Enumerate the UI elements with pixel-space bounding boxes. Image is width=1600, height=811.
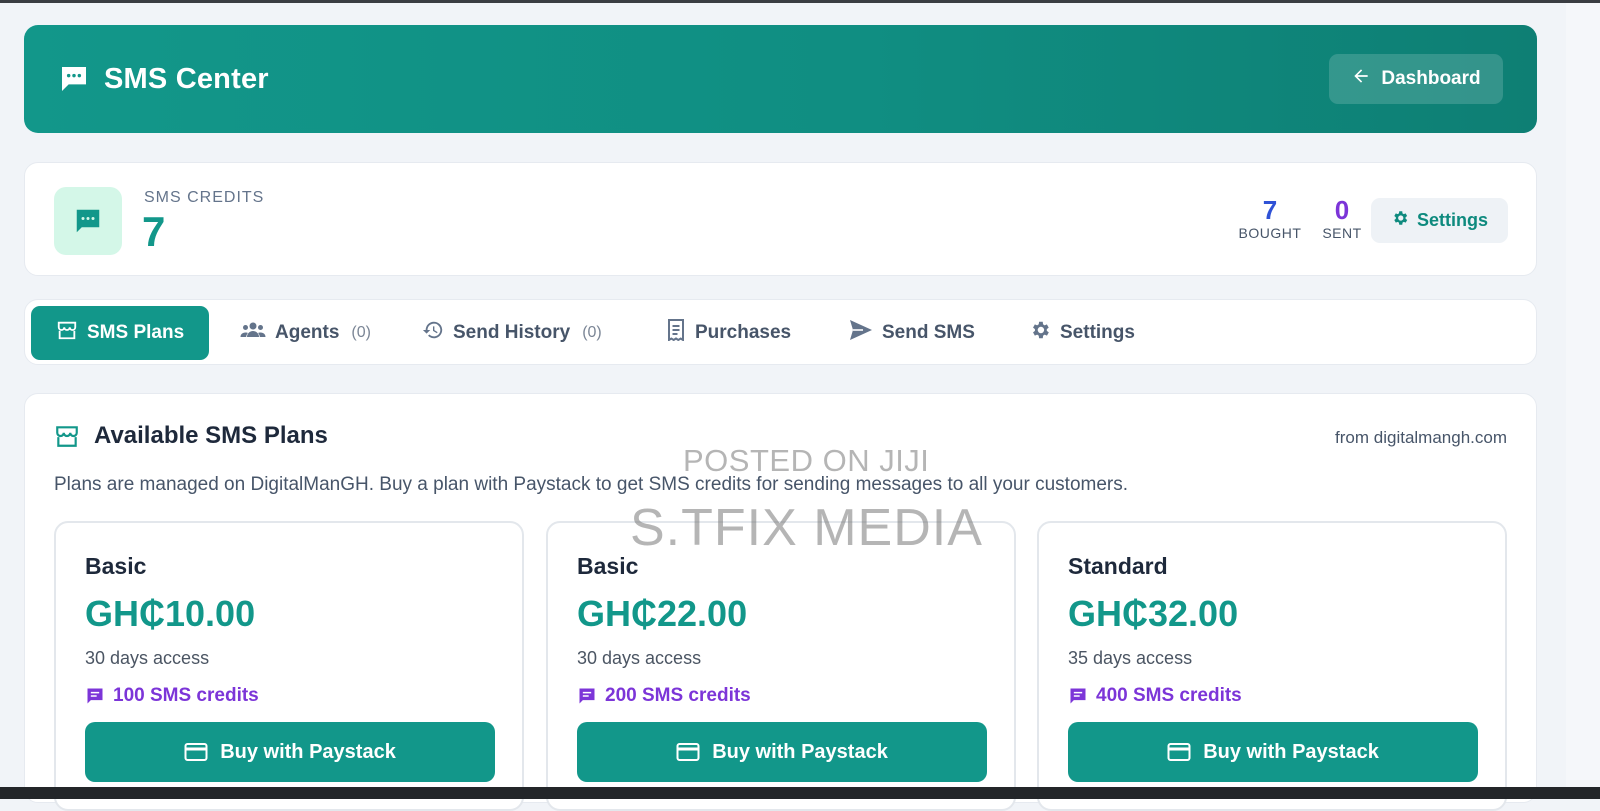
store-icon bbox=[54, 423, 80, 449]
message-icon bbox=[85, 686, 105, 706]
plan-price: GH₵22.00 bbox=[577, 593, 748, 634]
credit-card-icon bbox=[1167, 742, 1191, 762]
tab-sms-plans[interactable]: SMS Plans bbox=[31, 306, 210, 360]
tab-count: (0) bbox=[582, 324, 602, 341]
credits-value: 7 bbox=[142, 208, 166, 255]
message-icon bbox=[1068, 686, 1088, 706]
plans-description: Plans are managed on DigitalManGH. Buy a… bbox=[54, 474, 1129, 495]
sms-icon bbox=[54, 187, 122, 255]
tab-label: Send History bbox=[453, 322, 571, 343]
window-bottom-bar bbox=[0, 787, 1600, 799]
buy-button[interactable]: Buy with Paystack bbox=[85, 722, 495, 782]
tab-agents[interactable]: Agents (0) bbox=[236, 306, 375, 360]
gear-icon bbox=[1029, 319, 1051, 347]
plan-duration: 35 days access bbox=[1068, 648, 1193, 668]
tab-label: Settings bbox=[1060, 322, 1135, 343]
plan-credits-label: 200 SMS credits bbox=[605, 685, 751, 706]
tab-send-history[interactable]: Send History (0) bbox=[418, 306, 606, 360]
chat-icon bbox=[58, 63, 90, 95]
tab-bar: SMS Plans Agents (0) Send History (0) Pu… bbox=[24, 299, 1537, 365]
dashboard-button-label: Dashboard bbox=[1381, 68, 1481, 89]
arrow-left-icon bbox=[1351, 66, 1371, 92]
page-title: SMS Center bbox=[104, 62, 269, 95]
plan-card: Basic GH₵10.00 30 days access 100 SMS cr… bbox=[54, 521, 524, 811]
plans-source: from digitalmangh.com bbox=[1335, 428, 1507, 447]
plan-credits-label: 100 SMS credits bbox=[113, 685, 259, 706]
buy-button[interactable]: Buy with Paystack bbox=[1068, 722, 1478, 782]
plan-card: Basic GH₵22.00 30 days access 200 SMS cr… bbox=[546, 521, 1016, 811]
plan-price: GH₵32.00 bbox=[1068, 593, 1239, 634]
credits-settings-label: Settings bbox=[1416, 210, 1488, 230]
page-header: SMS Center Dashboard bbox=[24, 25, 1537, 133]
bought-value: 7 bbox=[1262, 195, 1278, 225]
message-icon bbox=[577, 686, 597, 706]
plans-heading: Available SMS Plans bbox=[54, 422, 328, 450]
plan-name: Basic bbox=[85, 553, 147, 579]
buy-button-label: Buy with Paystack bbox=[220, 740, 396, 763]
users-icon bbox=[240, 320, 266, 346]
sent-label: SENT bbox=[1322, 225, 1362, 241]
plan-card: Standard GH₵32.00 35 days access 400 SMS… bbox=[1037, 521, 1507, 811]
store-icon bbox=[56, 319, 78, 347]
tab-send-sms[interactable]: Send SMS bbox=[845, 306, 979, 360]
gear-icon bbox=[1391, 209, 1409, 232]
plan-price: GH₵10.00 bbox=[85, 593, 256, 634]
buy-button-label: Buy with Paystack bbox=[712, 740, 888, 763]
history-icon bbox=[422, 319, 444, 347]
plan-credits-label: 400 SMS credits bbox=[1096, 685, 1242, 706]
sent-value: 0 bbox=[1334, 195, 1350, 225]
credit-card-icon bbox=[184, 742, 208, 762]
plan-duration: 30 days access bbox=[577, 648, 702, 668]
plan-credits: 400 SMS credits bbox=[1068, 685, 1242, 707]
buy-button-label: Buy with Paystack bbox=[1203, 740, 1379, 763]
send-icon bbox=[849, 319, 873, 347]
credits-card: SMS CREDITS 7 7 BOUGHT 0 SENT Settings bbox=[24, 162, 1537, 276]
credits-settings-button[interactable]: Settings bbox=[1371, 198, 1508, 243]
tab-count: (0) bbox=[351, 324, 371, 341]
bought-label: BOUGHT bbox=[1238, 225, 1302, 241]
tab-label: Purchases bbox=[695, 322, 792, 343]
plan-credits: 100 SMS credits bbox=[85, 685, 259, 707]
page-gutter bbox=[1566, 3, 1600, 787]
bought-stat: 7 BOUGHT bbox=[1220, 195, 1320, 241]
tab-label: Agents bbox=[275, 322, 340, 343]
plan-name: Basic bbox=[577, 553, 639, 579]
plan-credits: 200 SMS credits bbox=[577, 685, 751, 707]
credit-card-icon bbox=[676, 742, 700, 762]
plans-section: Available SMS Plans from digitalmangh.co… bbox=[24, 393, 1537, 811]
dashboard-button[interactable]: Dashboard bbox=[1329, 54, 1503, 104]
sent-stat: 0 SENT bbox=[1307, 195, 1377, 241]
receipt-icon bbox=[666, 319, 686, 347]
tab-label: Send SMS bbox=[882, 322, 975, 343]
credits-label: SMS CREDITS bbox=[144, 189, 265, 206]
tab-purchases[interactable]: Purchases bbox=[662, 306, 795, 360]
tab-settings[interactable]: Settings bbox=[1025, 306, 1139, 360]
buy-button[interactable]: Buy with Paystack bbox=[577, 722, 987, 782]
tab-label: SMS Plans bbox=[87, 322, 185, 343]
window-top-border bbox=[0, 0, 1600, 3]
plan-name: Standard bbox=[1068, 553, 1168, 579]
plans-title: Available SMS Plans bbox=[94, 422, 328, 449]
plan-duration: 30 days access bbox=[85, 648, 210, 668]
